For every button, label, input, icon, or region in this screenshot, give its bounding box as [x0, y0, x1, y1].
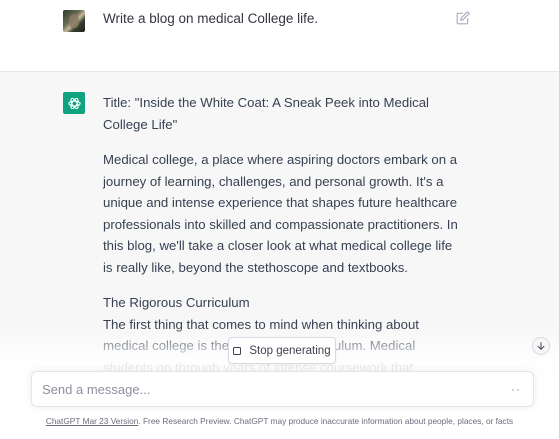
section-heading: The Rigorous Curriculum [103, 295, 250, 310]
intro-paragraph: Medical college, a place where aspiring … [103, 152, 458, 275]
user-message-text: Write a blog on medical College life. [103, 11, 319, 26]
user-avatar [63, 10, 85, 32]
arrow-down-icon [537, 342, 545, 350]
stop-generating-label: Stop generating [249, 344, 331, 357]
message-composer: ·· [31, 371, 534, 407]
edit-icon[interactable] [456, 11, 470, 25]
user-message-row: Write a blog on medical College life. [0, 0, 559, 72]
stop-generating-button[interactable]: Stop generating [228, 337, 336, 364]
footer-disclaimer: . Free Research Preview. ChatGPT may pro… [138, 416, 514, 426]
message-input[interactable] [42, 372, 502, 406]
stop-icon [233, 346, 242, 355]
blog-title: Title: "Inside the White Coat: A Sneak P… [103, 95, 429, 132]
openai-logo-icon [63, 92, 85, 114]
scroll-down-button[interactable] [532, 337, 550, 355]
dots-icon: ·· [511, 382, 521, 396]
version-link[interactable]: ChatGPT Mar 23 Version [46, 416, 139, 426]
footer: ChatGPT Mar 23 Version. Free Research Pr… [0, 416, 559, 426]
